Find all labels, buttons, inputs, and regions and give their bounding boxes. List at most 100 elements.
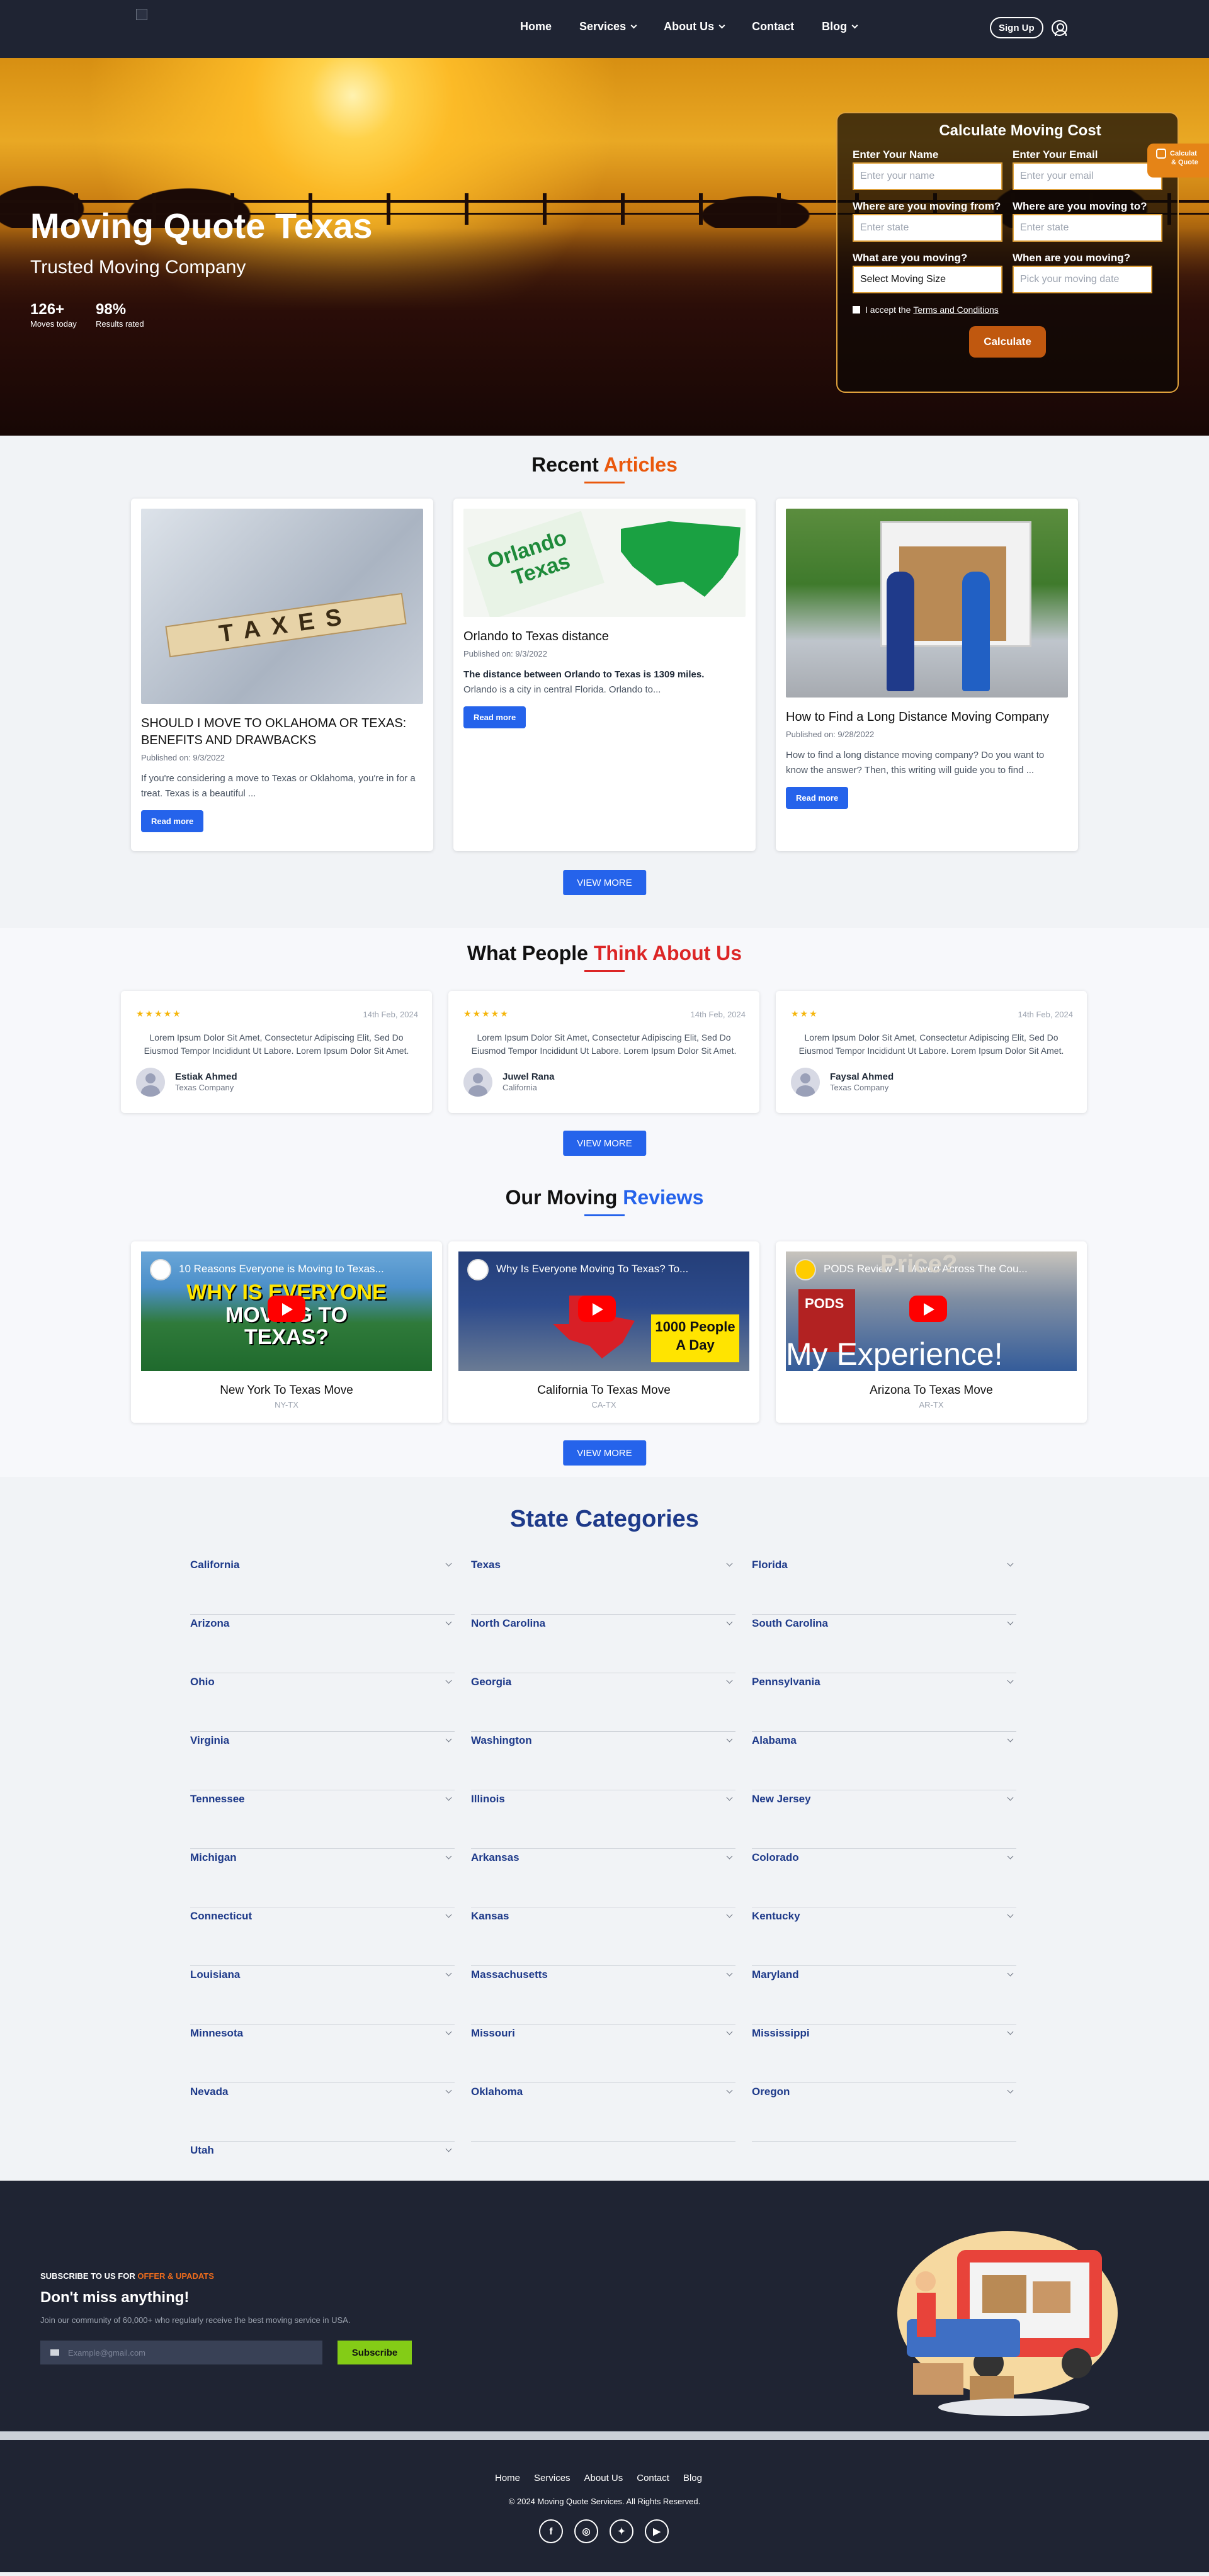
user-account-icon[interactable] [1052, 20, 1067, 36]
youtube-play-icon[interactable] [268, 1296, 305, 1322]
state-item-ohio[interactable]: Ohio [190, 1673, 455, 1732]
state-item-nevada[interactable]: Nevada [190, 2083, 455, 2142]
article-date: Published on: 9/3/2022 [463, 649, 547, 658]
footer-link-services[interactable]: Services [534, 2473, 570, 2483]
state-item-arizona[interactable]: Arizona [190, 1615, 455, 1673]
state-item-california[interactable]: California [190, 1556, 455, 1615]
view-more-articles-button[interactable]: VIEW MORE [563, 870, 646, 895]
nav-blog[interactable]: Blog [822, 20, 858, 33]
state-item-massachusetts[interactable]: Massachusetts [471, 1966, 735, 2025]
state-item-south-carolina[interactable]: South Carolina [752, 1615, 1016, 1673]
nav-contact[interactable]: Contact [752, 20, 794, 33]
state-item-illinois[interactable]: Illinois [471, 1790, 735, 1849]
state-item-kansas[interactable]: Kansas [471, 1907, 735, 1966]
signup-button[interactable]: Sign Up [990, 17, 1043, 38]
article-card[interactable]: How to Find a Long Distance Moving Compa… [776, 499, 1078, 851]
logo-broken-image[interactable] [136, 9, 147, 20]
view-more-testimonials-button[interactable]: VIEW MORE [563, 1131, 646, 1156]
video-review-card[interactable]: PODS Review - I Moved Across The Cou... … [776, 1241, 1087, 1423]
state-label: Minnesota [190, 2027, 244, 2039]
name-label: Enter Your Name [853, 149, 939, 161]
state-accordion-grid: California Texas Florida Arizona North Carol… [190, 1556, 1019, 2200]
state-item-arkansas[interactable]: Arkansas [471, 1849, 735, 1907]
testimonial-text: Lorem Ipsum Dolor Sit Amet, Consectetur … [798, 1032, 1064, 1056]
state-label: Pennsylvania [752, 1676, 820, 1688]
footer-links: Home Services About Us Contact Blog [495, 2473, 702, 2483]
video-review-card[interactable]: Why Is Everyone Moving To Texas? To... 1… [448, 1241, 759, 1423]
youtube-play-icon[interactable] [578, 1296, 616, 1322]
footer-link-blog[interactable]: Blog [683, 2473, 702, 2483]
chevron-down-icon [718, 22, 725, 28]
video-thumbnail[interactable]: 10 Reasons Everyone is Moving to Texas..… [141, 1251, 432, 1371]
name-input[interactable]: Enter your name [853, 162, 1002, 190]
footer-link-contact[interactable]: Contact [637, 2473, 669, 2483]
review-title: New York To Texas Move [220, 1384, 353, 1397]
thumbnail-caption: 1000 People A Day [651, 1314, 739, 1362]
read-more-button[interactable]: Read more [141, 810, 204, 832]
state-item-pennsylvania[interactable]: Pennsylvania [752, 1673, 1016, 1732]
state-item-oklahoma[interactable]: Oklahoma [471, 2083, 735, 2142]
from-state-input[interactable]: Enter state [853, 214, 1002, 242]
state-item-michigan[interactable]: Michigan [190, 1849, 455, 1907]
calculate-button[interactable]: Calculate [969, 326, 1046, 358]
state-item-texas[interactable]: Texas [471, 1556, 735, 1615]
state-item-louisiana[interactable]: Louisiana [190, 1966, 455, 2025]
nav-services[interactable]: Services [579, 20, 637, 33]
footer-link-home[interactable]: Home [495, 2473, 520, 2483]
state-item-kentucky[interactable]: Kentucky [752, 1907, 1016, 1966]
section-title: What People Think About Us [467, 942, 742, 964]
state-label: Arizona [190, 1617, 230, 1629]
state-item-oregon[interactable]: Oregon [752, 2083, 1016, 2142]
article-card[interactable]: TAXES SHOULD I MOVE TO OKLAHOMA OR TEXAS… [131, 499, 433, 851]
youtube-icon[interactable]: ▶ [645, 2519, 669, 2543]
horizontal-scrollbar[interactable] [0, 2431, 1209, 2440]
terms-link[interactable]: Terms and Conditions [913, 305, 998, 315]
nav-home[interactable]: Home [520, 20, 552, 33]
state-item-north-carolina[interactable]: North Carolina [471, 1615, 735, 1673]
state-item-washington[interactable]: Washington [471, 1732, 735, 1790]
state-item-mississippi[interactable]: Mississippi [752, 2025, 1016, 2083]
state-item-maryland[interactable]: Maryland [752, 1966, 1016, 2025]
state-label: Colorado [752, 1851, 799, 1863]
state-item-alabama[interactable]: Alabama [752, 1732, 1016, 1790]
state-item-florida[interactable]: Florida [752, 1556, 1016, 1615]
video-review-card[interactable]: 10 Reasons Everyone is Moving to Texas..… [131, 1241, 442, 1423]
instagram-icon[interactable]: ◎ [574, 2519, 598, 2543]
subscribe-email-input[interactable]: Example@gmail.com [40, 2341, 322, 2364]
email-input[interactable]: Enter your email [1013, 162, 1162, 190]
to-state-input[interactable]: Enter state [1013, 214, 1162, 242]
state-label: Oregon [752, 2086, 790, 2098]
state-item-new-jersey[interactable]: New Jersey [752, 1790, 1016, 1849]
nav-about[interactable]: About Us [664, 20, 725, 33]
read-more-button[interactable]: Read more [463, 706, 526, 728]
state-item-colorado[interactable]: Colorado [752, 1849, 1016, 1907]
state-item-tennessee[interactable]: Tennessee [190, 1790, 455, 1849]
chevron-down-icon [1007, 1736, 1014, 1743]
facebook-icon[interactable]: f [539, 2519, 563, 2543]
twitter-icon[interactable]: ✦ [610, 2519, 633, 2543]
article-excerpt: How to find a long distance moving compa… [786, 750, 1045, 776]
footer: Home Services About Us Contact Blog © 20… [0, 2458, 1209, 2572]
subscribe-button[interactable]: Subscribe [338, 2341, 412, 2364]
youtube-play-icon[interactable] [909, 1296, 947, 1322]
state-item-connecticut[interactable]: Connecticut [190, 1907, 455, 1966]
state-label: Kansas [471, 1910, 509, 1922]
state-item-missouri[interactable]: Missouri [471, 2025, 735, 2083]
moving-size-select[interactable]: Select Moving Size [853, 266, 1002, 293]
state-item-virginia[interactable]: Virginia [190, 1732, 455, 1790]
title-underline [584, 970, 625, 972]
state-item-georgia[interactable]: Georgia [471, 1673, 735, 1732]
video-thumbnail[interactable]: PODS Review - I Moved Across The Cou... … [786, 1251, 1077, 1371]
article-card[interactable]: Orlando Texas Orlando to Texas distance P… [453, 499, 756, 851]
chevron-down-icon [726, 1970, 733, 1977]
terms-checkbox[interactable] [853, 306, 860, 314]
moving-date-input[interactable]: Pick your moving date [1013, 266, 1152, 293]
read-more-button[interactable]: Read more [786, 787, 849, 809]
state-label: Missouri [471, 2027, 515, 2039]
taxes-tiles: TAXES [165, 592, 407, 658]
state-item-minnesota[interactable]: Minnesota [190, 2025, 455, 2083]
calculate-quote-tab[interactable]: Calculat & Quote [1147, 144, 1209, 178]
footer-link-about[interactable]: About Us [584, 2473, 623, 2483]
video-thumbnail[interactable]: Why Is Everyone Moving To Texas? To... 1… [458, 1251, 749, 1371]
view-more-reviews-button[interactable]: VIEW MORE [563, 1440, 646, 1466]
